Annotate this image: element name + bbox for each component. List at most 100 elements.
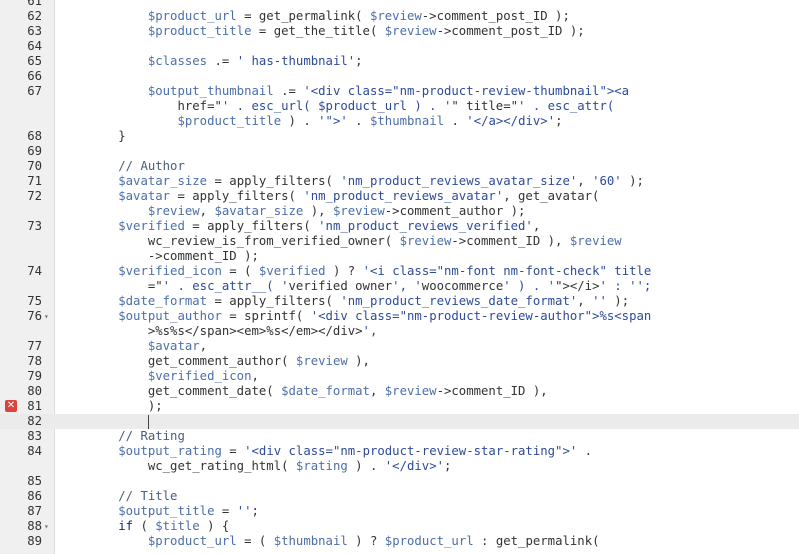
- line-number: 76: [27, 309, 42, 323]
- code-text: // Rating: [118, 429, 185, 443]
- line-number: 78: [27, 354, 42, 368]
- code-line[interactable]: 74 $verified_icon = ( $verified ) ? '<i …: [0, 264, 799, 279]
- code-text: }: [59, 129, 126, 143]
- line-number: 66: [27, 69, 42, 83]
- line-number: 81: [27, 399, 42, 413]
- code-text: wc_review_is_from_verified_owner( $revie…: [59, 234, 622, 248]
- code-text: >%s%s</span><em>%s</em></div>',: [59, 324, 378, 338]
- line-number: 88: [27, 519, 42, 533]
- code-text: get_comment_author( $review ),: [59, 354, 370, 368]
- code-text: $verified_icon = ( $verified ) ? '<i cla…: [118, 264, 652, 278]
- line-number: 74: [27, 264, 42, 278]
- line-number: 70: [27, 159, 42, 173]
- code-line[interactable]: 77 $avatar,: [0, 339, 799, 354]
- code-text: [59, 414, 149, 429]
- code-line[interactable]: 65 $classes .= ' has-thumbnail';: [0, 54, 799, 69]
- code-line[interactable]: 66: [0, 69, 799, 84]
- line-number: 75: [27, 294, 42, 308]
- line-number: 83: [27, 429, 42, 443]
- chevron-down-icon[interactable]: ▾: [44, 309, 52, 324]
- line-number: 80: [27, 384, 42, 398]
- code-line[interactable]: 85: [0, 474, 799, 489]
- line-number: 77: [27, 339, 42, 353]
- code-line[interactable]: 82: [0, 414, 799, 429]
- code-text: $output_title = '';: [118, 504, 259, 518]
- code-text: $avatar = apply_filters( 'nm_product_rev…: [118, 189, 600, 203]
- code-text: );: [59, 399, 163, 413]
- line-number: 64: [27, 39, 42, 53]
- line-number: 61: [27, 0, 42, 8]
- line-number: 67: [27, 84, 42, 98]
- code-text: $product_url = get_permalink( $review->c…: [147, 9, 570, 23]
- line-number: 62: [27, 9, 42, 23]
- line-number: 85: [27, 474, 42, 488]
- line-number: 86: [27, 489, 42, 503]
- code-line[interactable]: 69: [0, 144, 799, 159]
- code-text: // Title: [118, 489, 178, 503]
- code-line[interactable]: 75 $date_format = apply_filters( 'nm_pro…: [0, 294, 799, 309]
- code-line[interactable]: 79 $verified_icon,: [0, 369, 799, 384]
- code-line[interactable]: wc_review_is_from_verified_owner( $revie…: [0, 234, 799, 249]
- line-number: 71: [27, 174, 42, 188]
- text-cursor: [147, 414, 149, 429]
- code-line[interactable]: 61: [0, 0, 799, 9]
- code-line[interactable]: 67 $output_thumbnail .= '<div class="nm-…: [0, 84, 799, 99]
- code-text: wc_get_rating_html( $rating ) . '</div>'…: [59, 459, 452, 473]
- code-text: $date_format = apply_filters( 'nm_produc…: [118, 294, 630, 308]
- chevron-down-icon[interactable]: ▾: [44, 519, 52, 534]
- code-line[interactable]: 76 ▾ $output_author = sprintf( '<div clas…: [0, 309, 799, 324]
- code-line[interactable]: 78 get_comment_author( $review ),: [0, 354, 799, 369]
- code-line[interactable]: 86 // Title: [0, 489, 799, 504]
- code-line[interactable]: >%s%s</span><em>%s</em></div>',: [0, 324, 799, 339]
- code-text: $product_title = get_the_title( $review-…: [147, 24, 585, 38]
- code-line[interactable]: 64: [0, 39, 799, 54]
- code-line[interactable]: 84 $output_rating = '<div class="nm-prod…: [0, 444, 799, 459]
- code-line[interactable]: 63 $product_title = get_the_title( $revi…: [0, 24, 799, 39]
- code-line[interactable]: 70 // Author: [0, 159, 799, 174]
- code-text: $verified_icon,: [147, 369, 259, 383]
- line-number: 63: [27, 24, 42, 38]
- line-number: 79: [27, 369, 42, 383]
- line-number: 68: [27, 129, 42, 143]
- code-line[interactable]: ="' . esc_attr__( 'verified owner', 'woo…: [0, 279, 799, 294]
- line-number: 89: [27, 534, 42, 548]
- code-text: $output_thumbnail .= '<div class="nm-pro…: [147, 84, 630, 98]
- code-text: $review, $avatar_size ), $review->commen…: [147, 204, 526, 218]
- line-number: 65: [27, 54, 42, 68]
- code-line[interactable]: ->comment_ID );: [0, 249, 799, 264]
- code-text: ="' . esc_attr__( 'verified owner', 'woo…: [59, 279, 652, 293]
- line-number: 69: [27, 144, 42, 158]
- code-line[interactable]: 83 // Rating: [0, 429, 799, 444]
- code-text: href="' . esc_url( $product_url ) . '" t…: [59, 99, 615, 113]
- code-text: $classes .= ' has-thumbnail';: [147, 54, 363, 68]
- code-text: if ( $title ) {: [118, 519, 230, 533]
- code-line[interactable]: 72 $avatar = apply_filters( 'nm_product_…: [0, 189, 799, 204]
- code-line[interactable]: 88 ▾ if ( $title ) {: [0, 519, 799, 534]
- code-text: // Author: [118, 159, 185, 173]
- code-line[interactable]: 62 $product_url = get_permalink( $review…: [0, 9, 799, 24]
- code-text: ->comment_ID );: [59, 249, 259, 263]
- code-line[interactable]: $review, $avatar_size ), $review->commen…: [0, 204, 799, 219]
- code-text: get_comment_date( $date_format, $review-…: [59, 384, 548, 398]
- code-text: $product_url = ( $thumbnail ) ? $product…: [147, 534, 600, 548]
- code-text: $product_title ) . '">' . $thumbnail . '…: [177, 114, 563, 128]
- code-line[interactable]: 80 get_comment_date( $date_format, $revi…: [0, 384, 799, 399]
- code-lines[interactable]: 61 62 $product_url = get_permalink( $revi…: [0, 0, 799, 549]
- code-line[interactable]: $product_title ) . '">' . $thumbnail . '…: [0, 114, 799, 129]
- code-line[interactable]: wc_get_rating_html( $rating ) . '</div>'…: [0, 459, 799, 474]
- code-text: $avatar_size = apply_filters( 'nm_produc…: [118, 174, 644, 188]
- line-number: 73: [27, 219, 42, 233]
- code-line[interactable]: href="' . esc_url( $product_url ) . '" t…: [0, 99, 799, 114]
- code-line[interactable]: 89 $product_url = ( $thumbnail ) ? $prod…: [0, 534, 799, 549]
- code-text: $verified = apply_filters( 'nm_product_r…: [118, 219, 541, 233]
- code-line[interactable]: 71 $avatar_size = apply_filters( 'nm_pro…: [0, 174, 799, 189]
- code-line[interactable]: 73 $verified = apply_filters( 'nm_produc…: [0, 219, 799, 234]
- code-text: $avatar,: [147, 339, 208, 353]
- code-line[interactable]: 87 $output_title = '';: [0, 504, 799, 519]
- line-number: 82: [27, 414, 42, 428]
- line-number: 87: [27, 504, 42, 518]
- code-editor[interactable]: 61 62 $product_url = get_permalink( $revi…: [0, 0, 799, 554]
- code-line[interactable]: ✕ 81 );: [0, 399, 799, 414]
- code-text: $output_author = sprintf( '<div class="n…: [118, 309, 652, 323]
- code-line[interactable]: 68 }: [0, 129, 799, 144]
